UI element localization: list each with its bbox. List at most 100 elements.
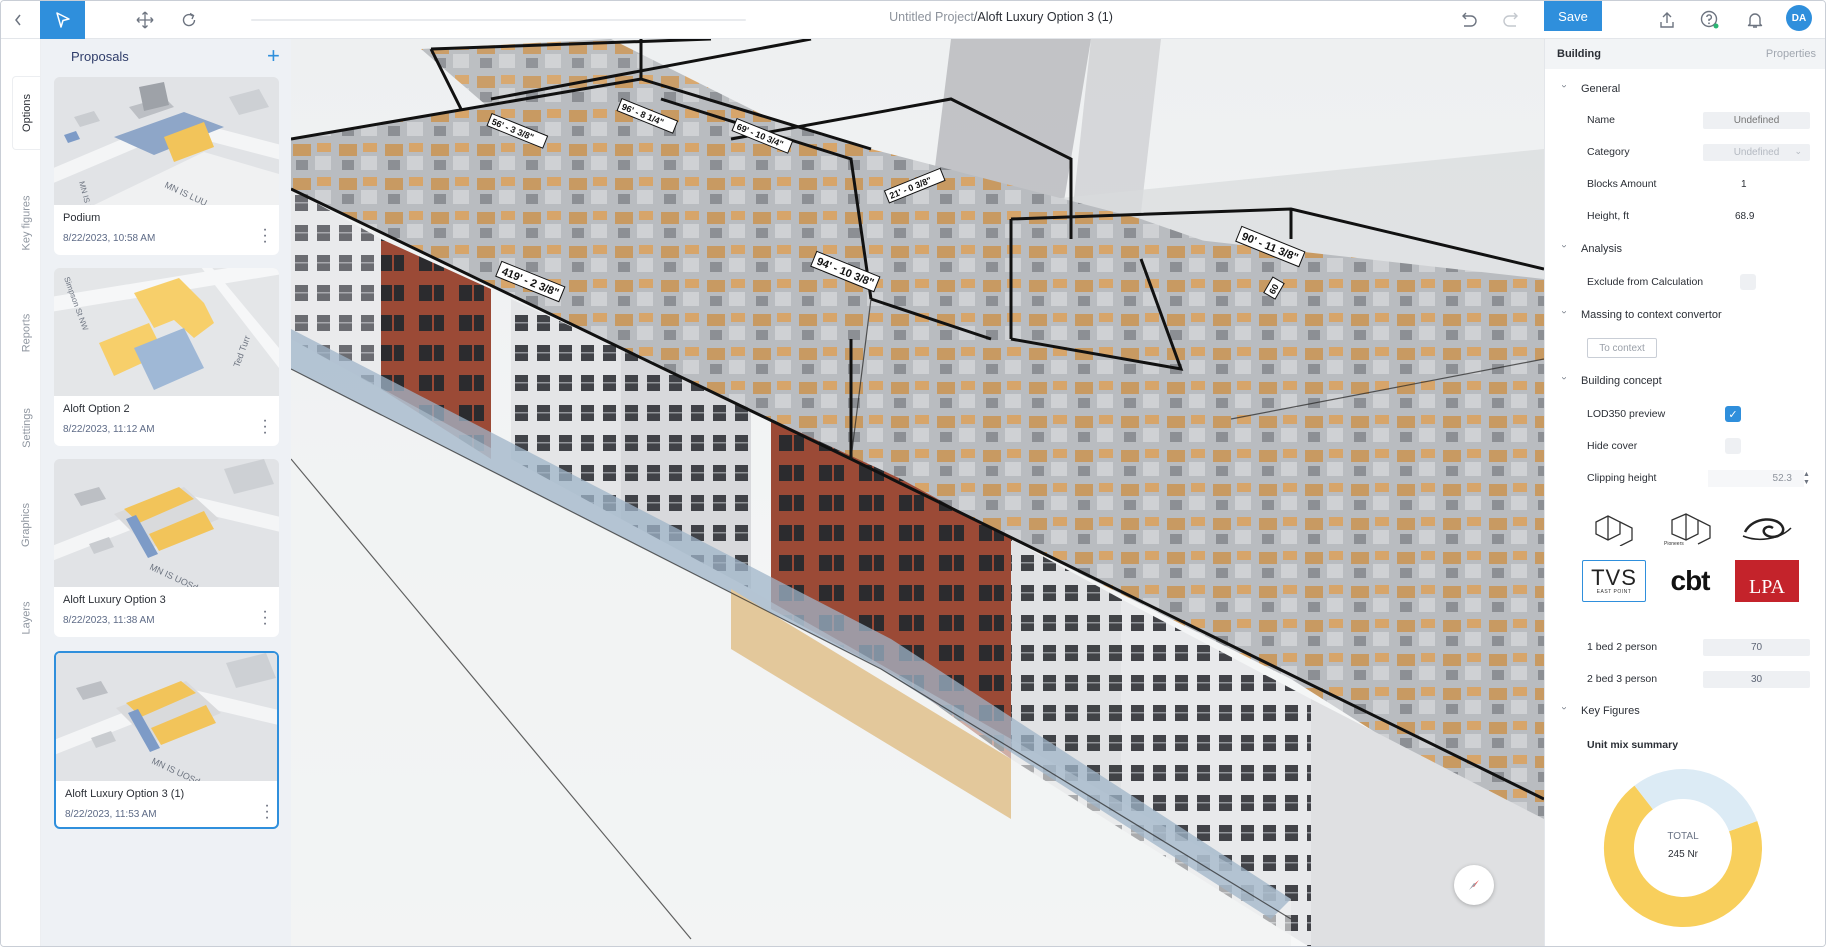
chevron-down-icon: ⌄	[1794, 146, 1802, 156]
tab-building[interactable]: Building	[1557, 48, 1601, 60]
breadcrumb: Untitled Project / Aloft Luxury Option 3…	[741, 1, 1261, 33]
height-field[interactable]: 68.9	[1703, 208, 1810, 225]
section-key-figures[interactable]: › Key Figures	[1559, 705, 1640, 717]
donut-total-label: TOTAL	[1667, 831, 1699, 842]
bell-icon[interactable]	[1740, 1, 1770, 39]
proposal-card-podium[interactable]: MN IS LUU MN IS LUU Podium 8/22/2023, 10…	[54, 77, 279, 255]
proposal-date: 8/22/2023, 10:58 AM	[63, 233, 156, 244]
sidebar-tabs: Options Key figures Reports Settings Gra…	[1, 39, 41, 946]
pioneers-text: Pioneers	[1664, 541, 1684, 547]
tvs-text: TVS	[1591, 565, 1637, 590]
section-general[interactable]: › General	[1558, 83, 1621, 95]
unit2-field[interactable]: 30	[1703, 671, 1810, 688]
section-analysis[interactable]: › Analysis	[1559, 243, 1622, 255]
project-name[interactable]: Untitled Project	[889, 10, 974, 24]
section-building-concept[interactable]: › Building concept	[1559, 375, 1662, 387]
section-massing[interactable]: › Massing to context convertor	[1559, 309, 1722, 321]
user-avatar[interactable]: DA	[1786, 5, 1812, 31]
redo-icon[interactable]	[1495, 1, 1529, 39]
proposal-thumbnail: MN IS UOSd	[56, 653, 277, 781]
blocks-amount-label: Blocks Amount	[1587, 178, 1657, 190]
proposal-name: Aloft Luxury Option 3	[63, 594, 166, 606]
properties-tabs: Building Properties	[1545, 39, 1825, 69]
hide-cover-checkbox[interactable]	[1725, 438, 1741, 454]
save-button[interactable]: Save	[1544, 1, 1602, 31]
tvs-logo[interactable]: TVS EAST POINT	[1582, 560, 1646, 602]
upload-icon[interactable]	[1652, 1, 1682, 39]
clipping-height-field[interactable]: 52.3	[1708, 470, 1804, 487]
help-icon[interactable]	[1695, 1, 1725, 39]
name-label: Name	[1587, 114, 1616, 126]
proposal-name: Aloft Option 2	[63, 403, 130, 415]
lpa-text: LPA	[1749, 575, 1785, 598]
section-title: Building concept	[1581, 375, 1662, 387]
lod-checkbox[interactable]: ✓	[1725, 406, 1741, 422]
move-icon[interactable]	[129, 1, 161, 39]
exclude-label: Exclude from Calculation	[1587, 276, 1704, 288]
unit1-label: 1 bed 2 person	[1587, 641, 1658, 653]
blocks-outline-logo[interactable]	[1582, 507, 1646, 549]
category-value: Undefined	[1733, 147, 1780, 158]
toolbar-divider	[251, 19, 746, 21]
exclude-checkbox[interactable]	[1740, 274, 1756, 290]
building-render: 419' - 2 3/8" 94' - 10 3/8" 90' - 11 3/8…	[291, 39, 1544, 946]
pioneers-logo[interactable]: Pioneers	[1658, 507, 1722, 549]
unit-mix-summary-label: Unit mix summary	[1587, 739, 1679, 751]
proposal-thumbnail: MN IS UOSd	[54, 459, 279, 587]
chevron-down-icon: ›	[1558, 244, 1570, 248]
category-select[interactable]: Undefined ⌄	[1703, 144, 1810, 161]
plus-icon[interactable]: +	[267, 43, 280, 69]
tab-layers[interactable]: Layers	[13, 588, 40, 648]
category-label: Category	[1587, 146, 1630, 158]
lod-label: LOD350 preview	[1587, 408, 1666, 420]
tab-properties[interactable]: Properties	[1766, 48, 1816, 60]
cbt-logo[interactable]: cbt	[1658, 560, 1722, 602]
proposal-date: 8/22/2023, 11:53 AM	[65, 809, 157, 820]
lpa-logo[interactable]: LPA	[1735, 560, 1799, 602]
stepper-arrows-icon[interactable]: ▲ ▼	[1803, 471, 1810, 487]
proposal-card-aloft-luxury-option-3-1[interactable]: MN IS UOSd Aloft Luxury Option 3 (1) 8/2…	[54, 651, 279, 829]
more-vertical-icon[interactable]: · · ·	[262, 798, 272, 826]
more-vertical-icon[interactable]: · · ·	[260, 413, 270, 441]
proposal-name: Aloft Luxury Option 3 (1)	[65, 788, 185, 800]
proposal-card-aloft-luxury-option-3[interactable]: MN IS UOSd Aloft Luxury Option 3 8/22/20…	[54, 459, 279, 637]
proposal-thumbnail: Simpson St NW Ted Turr	[54, 268, 279, 396]
tab-options[interactable]: Options	[13, 77, 40, 149]
hide-cover-label: Hide cover	[1587, 440, 1638, 452]
proposals-panel: Proposals + MN IS LUU MN IS LUU Podium 8…	[41, 39, 291, 946]
rotate-icon[interactable]	[173, 1, 205, 39]
tab-settings[interactable]: Settings	[13, 394, 40, 462]
section-title: Key Figures	[1581, 705, 1640, 717]
more-vertical-icon[interactable]: · · ·	[260, 222, 270, 250]
donut-total-value: 245 Nr	[1667, 849, 1698, 860]
compass-icon[interactable]	[1454, 865, 1494, 905]
cbt-text: cbt	[1670, 565, 1711, 596]
section-title: Massing to context convertor	[1581, 309, 1722, 321]
proposals-title: Proposals	[71, 49, 129, 64]
unit1-field[interactable]: 70	[1703, 639, 1810, 656]
section-title: Analysis	[1581, 243, 1622, 255]
3d-viewport[interactable]: 419' - 2 3/8" 94' - 10 3/8" 90' - 11 3/8…	[291, 39, 1544, 946]
tab-graphics[interactable]: Graphics	[13, 489, 40, 561]
blocks-amount-field[interactable]: 1	[1703, 176, 1810, 193]
proposal-thumbnail: MN IS LUU MN IS LUU	[54, 77, 279, 205]
name-field[interactable]	[1703, 112, 1810, 129]
chevron-down-icon: ›	[1558, 84, 1570, 88]
to-context-button[interactable]: To context	[1587, 338, 1657, 358]
section-title: General	[1581, 83, 1621, 95]
top-toolbar: Untitled Project / Aloft Luxury Option 3…	[1, 1, 1825, 39]
chevron-down-icon: ›	[1558, 376, 1570, 380]
properties-panel: Building Properties › General Name Categ…	[1544, 39, 1825, 946]
more-vertical-icon[interactable]: · · ·	[260, 604, 270, 632]
tab-reports[interactable]: Reports	[13, 301, 40, 365]
proposal-date: 8/22/2023, 11:38 AM	[63, 615, 155, 626]
proposal-date: 8/22/2023, 11:12 AM	[63, 424, 155, 435]
tab-key-figures[interactable]: Key figures	[13, 179, 40, 267]
chevron-left-icon[interactable]	[5, 1, 31, 39]
proposal-card-aloft-option-2[interactable]: Simpson St NW Ted Turr Aloft Option 2 8/…	[54, 268, 279, 446]
select-cursor-icon[interactable]	[40, 1, 85, 39]
undo-icon[interactable]	[1451, 1, 1485, 39]
swirl-logo[interactable]	[1735, 507, 1799, 549]
tvs-subtext: EAST POINT	[1596, 589, 1632, 595]
unit2-label: 2 bed 3 person	[1587, 673, 1658, 685]
